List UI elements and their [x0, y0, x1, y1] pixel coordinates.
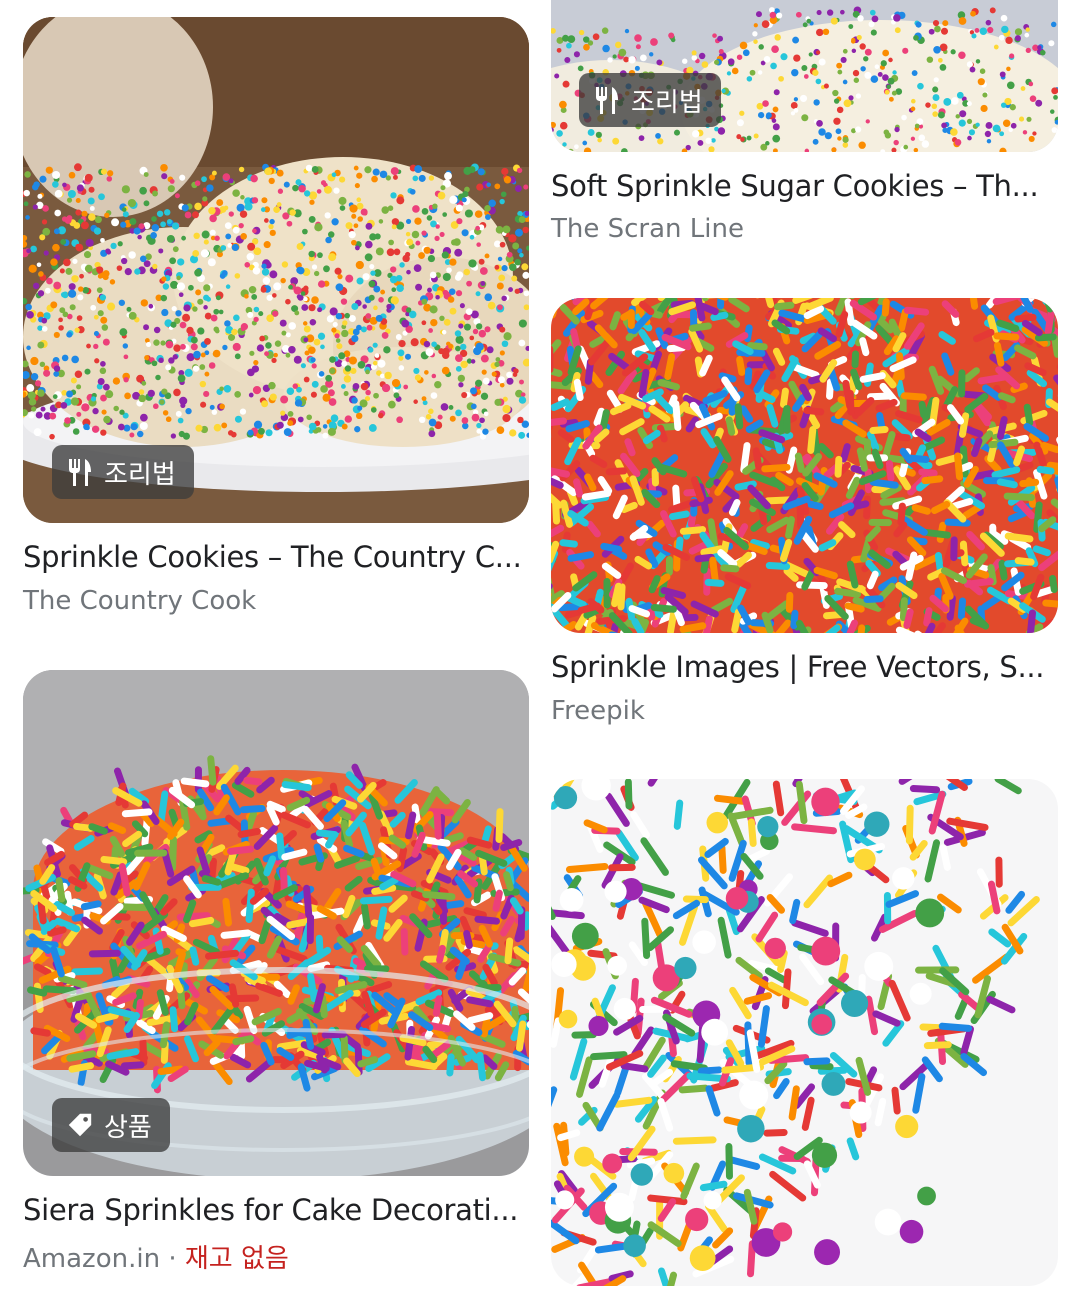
stock-status: 재고 없음	[184, 1244, 289, 1274]
result-title[interactable]: Sprinkle Cookies – The Country C...	[23, 540, 529, 574]
result-image[interactable]: 조리법	[551, 0, 1058, 152]
fork-knife-icon	[69, 459, 91, 486]
sprinkles-photo	[551, 298, 1058, 633]
recipe-badge: 조리법	[52, 445, 194, 499]
price-tag-icon	[68, 1113, 92, 1137]
result-source: Freepik	[551, 696, 645, 726]
product-badge: 상품	[52, 1098, 170, 1152]
result-source: The Scran Line	[551, 214, 744, 244]
result-image[interactable]	[551, 298, 1058, 633]
result-image[interactable]	[551, 779, 1058, 1286]
sprinkles-photo	[551, 779, 1058, 1286]
source-separator: ·	[168, 1244, 177, 1274]
recipe-badge: 조리법	[579, 73, 721, 127]
result-source: The Country Cook	[23, 586, 257, 616]
badge-label: 상품	[104, 1112, 152, 1143]
result-title[interactable]: Soft Sprinkle Sugar Cookies – Th...	[551, 169, 1058, 203]
result-image[interactable]: 조리법	[23, 17, 529, 523]
result-title[interactable]: Sprinkle Images | Free Vectors, S...	[551, 650, 1058, 684]
result-image[interactable]: 상품	[23, 670, 529, 1176]
result-title[interactable]: Siera Sprinkles for Cake Decorati...	[23, 1193, 529, 1227]
fork-knife-icon	[596, 87, 618, 114]
badge-label: 조리법	[104, 459, 176, 490]
badge-label: 조리법	[631, 87, 703, 118]
result-source-line: Amazon.in · 재고 없음	[23, 1238, 289, 1275]
result-source: Amazon.in	[23, 1244, 161, 1274]
